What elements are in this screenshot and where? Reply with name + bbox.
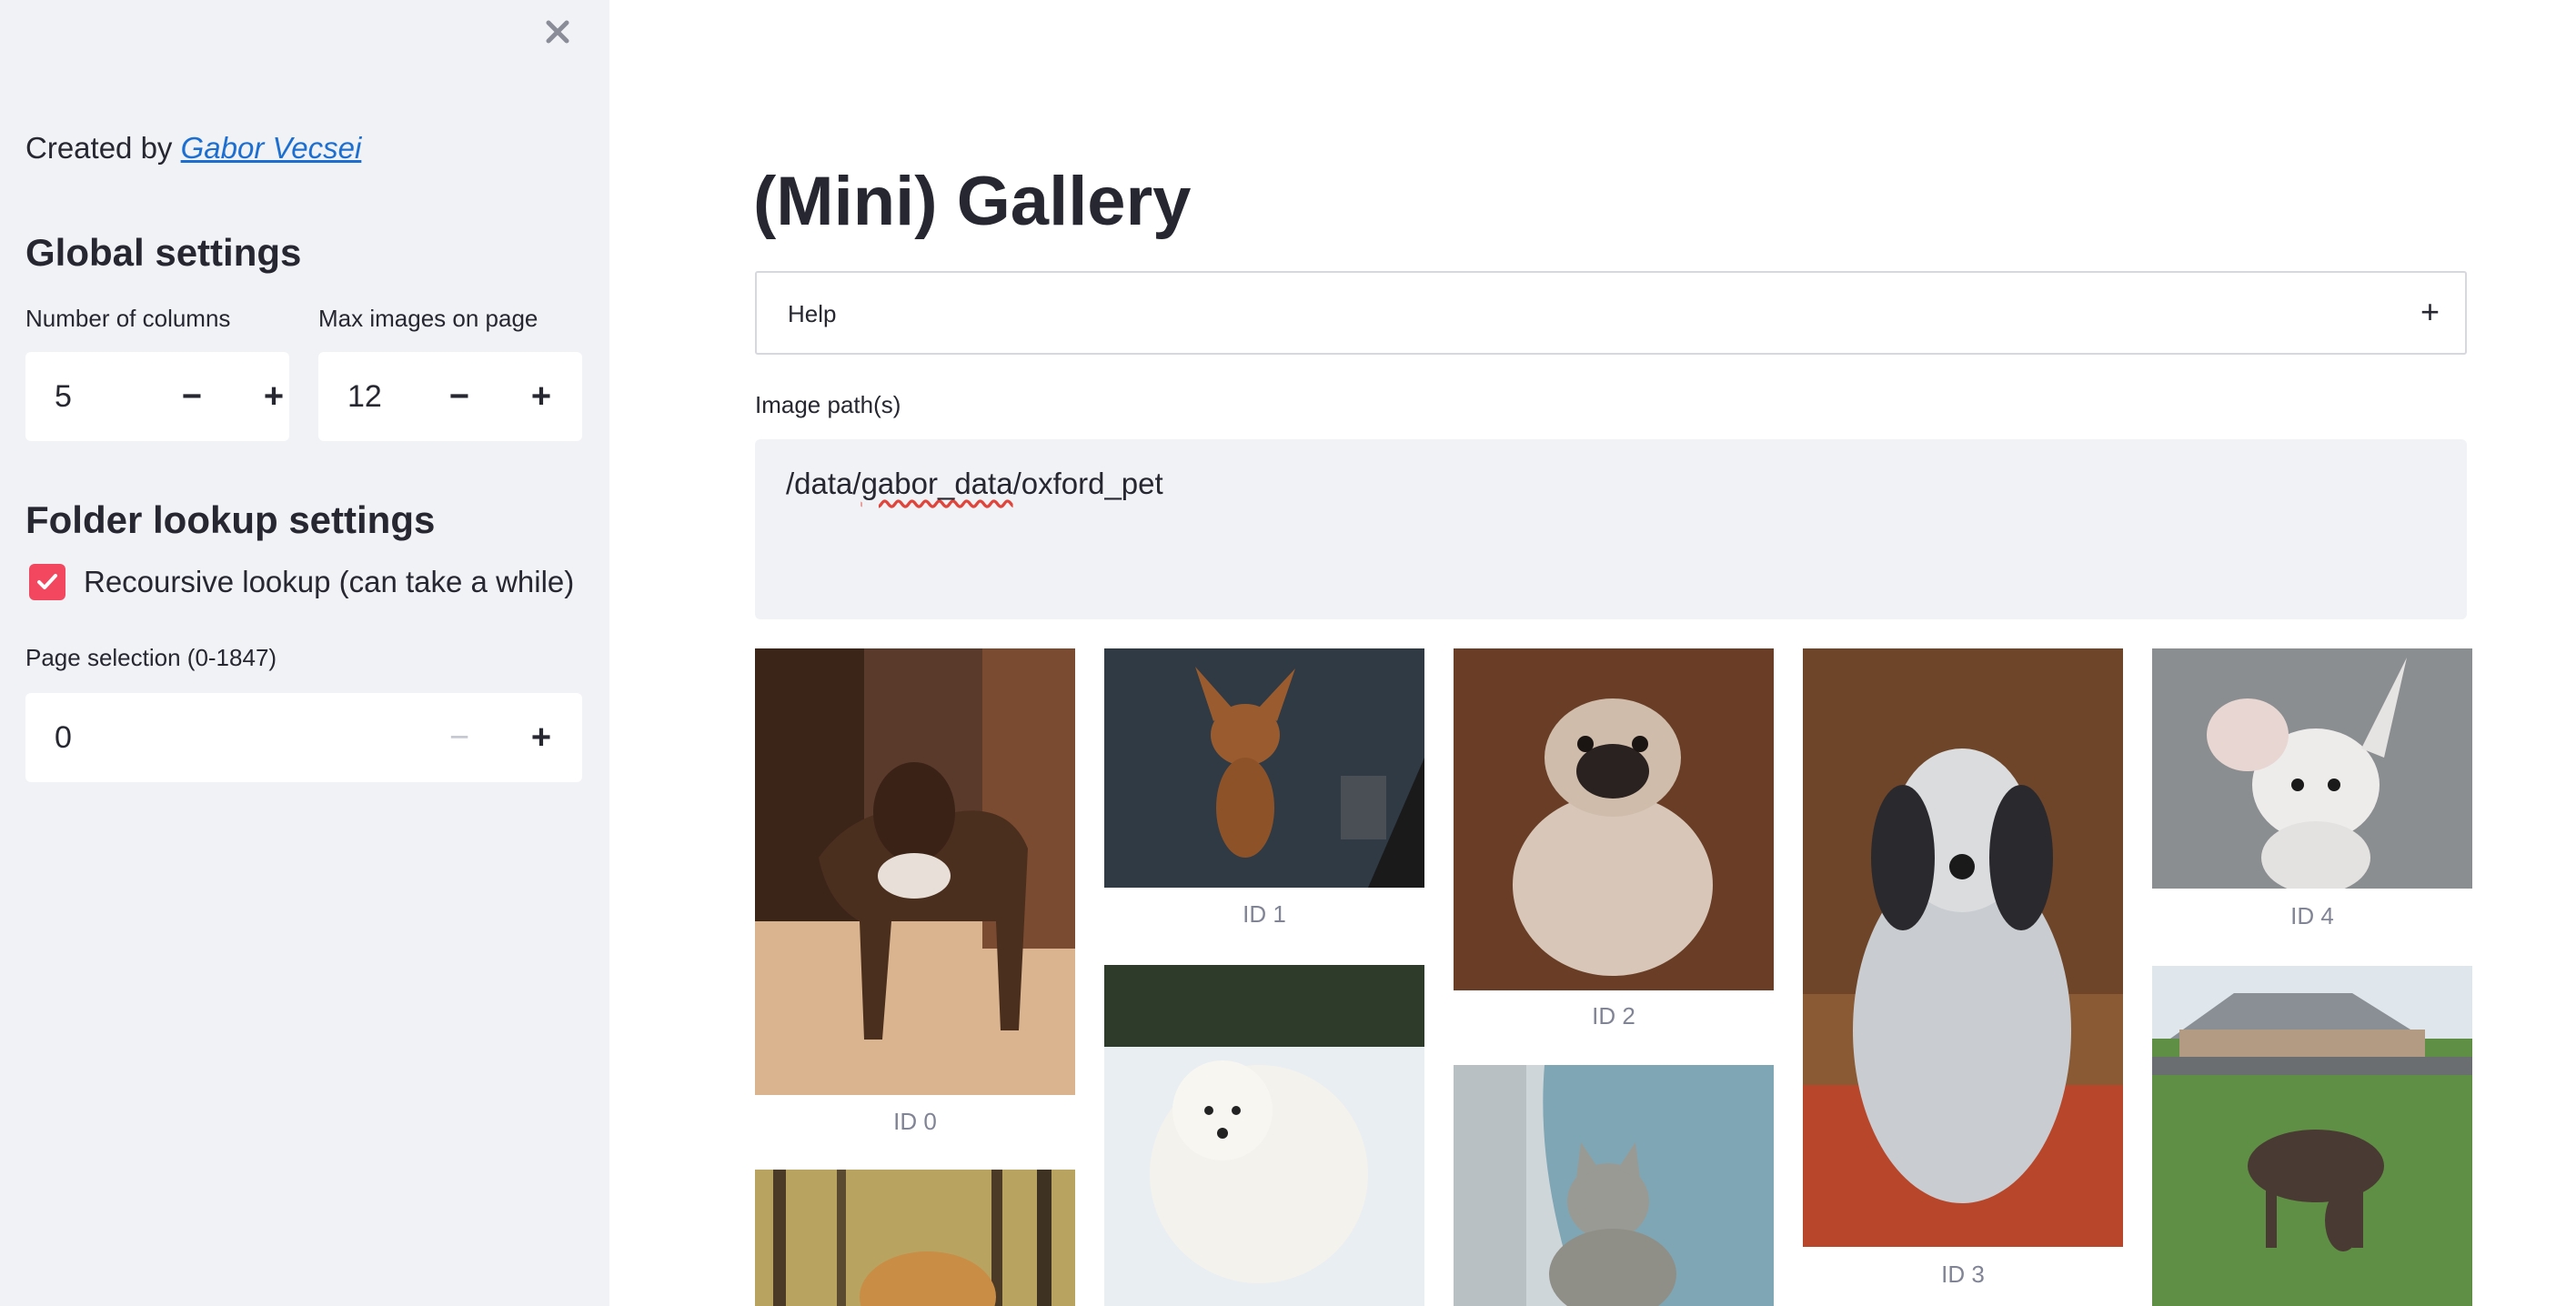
created-by-prefix: Created by: [25, 131, 173, 165]
page-selection-stepper: 0 − +: [25, 693, 582, 782]
recursive-lookup-label[interactable]: Recoursive lookup (can take a while): [84, 565, 574, 599]
columns-stepper: 5 − +: [25, 352, 289, 441]
page-selection-increment-button[interactable]: +: [500, 693, 582, 782]
page-selection-value[interactable]: 0: [55, 720, 72, 756]
gallery-image-cocker-spaniel[interactable]: [755, 1170, 1075, 1306]
sidebar: Created by Gabor Vecsei Global settings …: [0, 0, 609, 1306]
folder-lookup-heading: Folder lookup settings: [25, 498, 436, 541]
image-paths-textarea[interactable]: /data/gabor_data/oxford_pet: [755, 439, 2467, 619]
columns-decrement-button[interactable]: −: [151, 352, 233, 441]
image-caption: ID 1: [1243, 900, 1286, 928]
page-selection-label: Page selection (0-1847): [25, 644, 277, 671]
help-expander-label: Help: [788, 300, 837, 327]
image-caption: ID 2: [1592, 1002, 1635, 1030]
path-part: /oxford_pet: [1012, 467, 1163, 500]
expand-plus-icon: +: [2420, 293, 2440, 330]
columns-label: Number of columns: [25, 305, 231, 332]
gallery-image-boxer-dog[interactable]: [755, 648, 1075, 1095]
author-link[interactable]: Gabor Vecsei: [181, 131, 362, 165]
recursive-lookup-row: Recoursive lookup (can take a while): [29, 564, 574, 600]
image-paths-value: /data/gabor_data/oxford_pet: [786, 467, 1163, 501]
help-expander[interactable]: Help +: [755, 271, 2467, 355]
gallery-image-pug[interactable]: [1454, 648, 1774, 990]
image-caption: ID 4: [2290, 902, 2334, 929]
check-icon: [37, 574, 57, 589]
gallery-image-english-setter[interactable]: [1803, 648, 2123, 1247]
gallery-image-samoyed[interactable]: [1104, 965, 1424, 1306]
max-images-stepper: 12 − +: [318, 352, 582, 441]
max-images-value[interactable]: 12: [347, 379, 382, 415]
image-caption: ID 0: [893, 1108, 937, 1135]
max-images-increment-button[interactable]: +: [500, 352, 582, 441]
columns-value[interactable]: 5: [55, 379, 72, 415]
page-title: (Mini) Gallery: [753, 163, 1192, 240]
max-images-decrement-button[interactable]: −: [418, 352, 500, 441]
gallery-image-tabby-cat[interactable]: [1454, 1065, 1774, 1306]
gallery-image-chihuahua-white[interactable]: [2152, 648, 2472, 889]
gallery-image-chihuahua-brown[interactable]: [1104, 648, 1424, 888]
image-paths-label: Image path(s): [755, 391, 901, 418]
max-images-label: Max images on page: [318, 305, 538, 332]
main-content: (Mini) Gallery Help + Image path(s) /dat…: [609, 0, 2576, 1306]
created-by-text: Created by Gabor Vecsei: [25, 131, 361, 166]
close-sidebar-button[interactable]: [538, 13, 577, 51]
close-icon: [546, 20, 569, 44]
image-caption: ID 3: [1941, 1261, 1985, 1288]
columns-increment-button[interactable]: +: [233, 352, 315, 441]
page-selection-decrement-button[interactable]: −: [418, 693, 500, 782]
path-part: /data/: [786, 467, 861, 500]
global-settings-heading: Global settings: [25, 231, 302, 274]
gallery-image-german-shorthaired-pointer[interactable]: [2152, 966, 2472, 1306]
recursive-lookup-checkbox[interactable]: [29, 564, 65, 600]
path-part-misspelled: gabor_data: [860, 467, 1013, 500]
